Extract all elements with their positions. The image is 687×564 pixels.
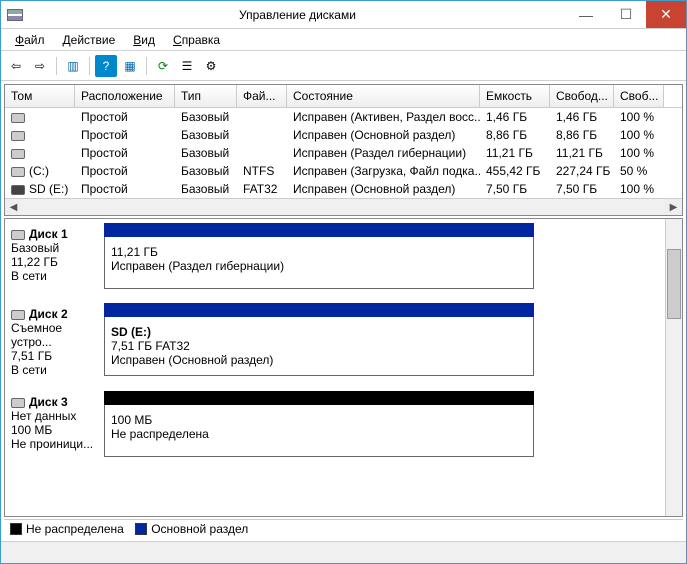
- disk-label[interactable]: Диск 2Съемное устро...7,51 ГБВ сети: [9, 303, 104, 381]
- legend-swatch-unallocated: [10, 523, 22, 535]
- scrollbar-thumb[interactable]: [667, 249, 681, 319]
- legend-swatch-primary: [135, 523, 147, 535]
- properties-button[interactable]: ☰: [176, 55, 198, 77]
- volume-list: Том Расположение Тип Фай... Состояние Ем…: [4, 84, 683, 216]
- view-large-button[interactable]: ▥: [62, 55, 84, 77]
- disk-label[interactable]: Диск 3Нет данных100 МБНе проиници...: [9, 391, 104, 461]
- status-bar: [1, 541, 686, 563]
- col-filesystem[interactable]: Фай...: [237, 85, 287, 107]
- col-status[interactable]: Состояние: [287, 85, 480, 107]
- refresh-button[interactable]: ⟳: [152, 55, 174, 77]
- col-capacity[interactable]: Емкость: [480, 85, 550, 107]
- disk-icon: [11, 230, 25, 240]
- legend-unallocated-label: Не распределена: [26, 522, 124, 536]
- toolbar-separator: [56, 57, 57, 75]
- disk-icon: [11, 185, 25, 195]
- scroll-right-icon[interactable]: ▶: [665, 199, 682, 215]
- back-button[interactable]: ⇦: [5, 55, 27, 77]
- menu-file[interactable]: Файл: [7, 31, 53, 49]
- disk-icon: [11, 167, 25, 177]
- menu-help[interactable]: Справка: [165, 31, 228, 49]
- menu-view-label: ид: [141, 33, 155, 47]
- disk-icon: [11, 131, 25, 141]
- col-location[interactable]: Расположение: [75, 85, 175, 107]
- disk-label[interactable]: Диск 1Базовый11,22 ГБВ сети: [9, 223, 104, 293]
- volume-list-header: Том Расположение Тип Фай... Состояние Ем…: [5, 85, 682, 108]
- help-button[interactable]: ?: [95, 55, 117, 77]
- volume-row[interactable]: ПростойБазовыйИсправен (Раздел гибернаци…: [5, 144, 682, 162]
- partition-header: [104, 303, 534, 317]
- toolbar: ⇦ ⇨ ▥ ? ▦ ⟳ ☰ ⚙: [1, 51, 686, 81]
- partition-body[interactable]: 11,21 ГБИсправен (Раздел гибернации): [104, 237, 534, 289]
- scroll-left-icon[interactable]: ◀: [5, 199, 22, 215]
- col-free-pct[interactable]: Своб...: [614, 85, 664, 107]
- horizontal-scrollbar[interactable]: ◀ ▶: [5, 198, 682, 215]
- disk-icon: [11, 149, 25, 159]
- partition-body[interactable]: 100 МБНе распределена: [104, 405, 534, 457]
- partition-header: [104, 223, 534, 237]
- menu-help-label: правка: [182, 33, 220, 47]
- disk-block: Диск 3Нет данных100 МБНе проиници...100 …: [9, 391, 661, 461]
- disk-graphic-body: Диск 1Базовый11,22 ГБВ сети11,21 ГБИспра…: [5, 219, 665, 516]
- menu-action[interactable]: Действие: [55, 31, 124, 49]
- forward-button[interactable]: ⇨: [29, 55, 51, 77]
- vertical-scrollbar[interactable]: [665, 219, 682, 516]
- menu-view[interactable]: Вид: [125, 31, 163, 49]
- maximize-button[interactable]: ☐: [606, 1, 646, 28]
- window-controls: — ☐ ✕: [566, 1, 686, 28]
- content-area: Том Расположение Тип Фай... Состояние Ем…: [1, 81, 686, 541]
- partition-header: [104, 391, 534, 405]
- close-button[interactable]: ✕: [646, 1, 686, 28]
- title-bar: Управление дисками — ☐ ✕: [1, 1, 686, 29]
- col-free[interactable]: Свобод...: [550, 85, 614, 107]
- view-list-button[interactable]: ▦: [119, 55, 141, 77]
- legend-bar: Не распределена Основной раздел: [4, 519, 683, 538]
- volume-rows: ПростойБазовыйИсправен (Активен, Раздел …: [5, 108, 682, 198]
- disk-partitions: 100 МБНе распределена: [104, 391, 534, 461]
- menu-action-label: ействие: [71, 33, 116, 47]
- toolbar-separator: [146, 57, 147, 75]
- disk-icon: [11, 310, 25, 320]
- toolbar-separator: [89, 57, 90, 75]
- window-title: Управление дисками: [29, 8, 566, 22]
- app-icon: [7, 9, 23, 21]
- disk-icon: [11, 113, 25, 123]
- partition-body[interactable]: SD (E:)7,51 ГБ FAT32Исправен (Основной р…: [104, 317, 534, 376]
- menu-bar: Файл Действие Вид Справка: [1, 29, 686, 51]
- menu-file-label: айл: [24, 33, 44, 47]
- disk-block: Диск 2Съемное устро...7,51 ГБВ сетиSD (E…: [9, 303, 661, 381]
- disk-partitions: SD (E:)7,51 ГБ FAT32Исправен (Основной р…: [104, 303, 534, 381]
- col-volume[interactable]: Том: [5, 85, 75, 107]
- disk-icon: [11, 398, 25, 408]
- legend-primary-label: Основной раздел: [151, 522, 248, 536]
- minimize-button[interactable]: —: [566, 1, 606, 28]
- volume-row[interactable]: (C:)ПростойБазовыйNTFSИсправен (Загрузка…: [5, 162, 682, 180]
- volume-row[interactable]: ПростойБазовыйИсправен (Активен, Раздел …: [5, 108, 682, 126]
- col-type[interactable]: Тип: [175, 85, 237, 107]
- disk-partitions: 11,21 ГБИсправен (Раздел гибернации): [104, 223, 534, 293]
- settings-button[interactable]: ⚙: [200, 55, 222, 77]
- volume-row[interactable]: ПростойБазовыйИсправен (Основной раздел)…: [5, 126, 682, 144]
- volume-row[interactable]: SD (E:)ПростойБазовыйFAT32Исправен (Осно…: [5, 180, 682, 198]
- disk-block: Диск 1Базовый11,22 ГБВ сети11,21 ГБИспра…: [9, 223, 661, 293]
- disk-graphic-view: Диск 1Базовый11,22 ГБВ сети11,21 ГБИспра…: [4, 218, 683, 517]
